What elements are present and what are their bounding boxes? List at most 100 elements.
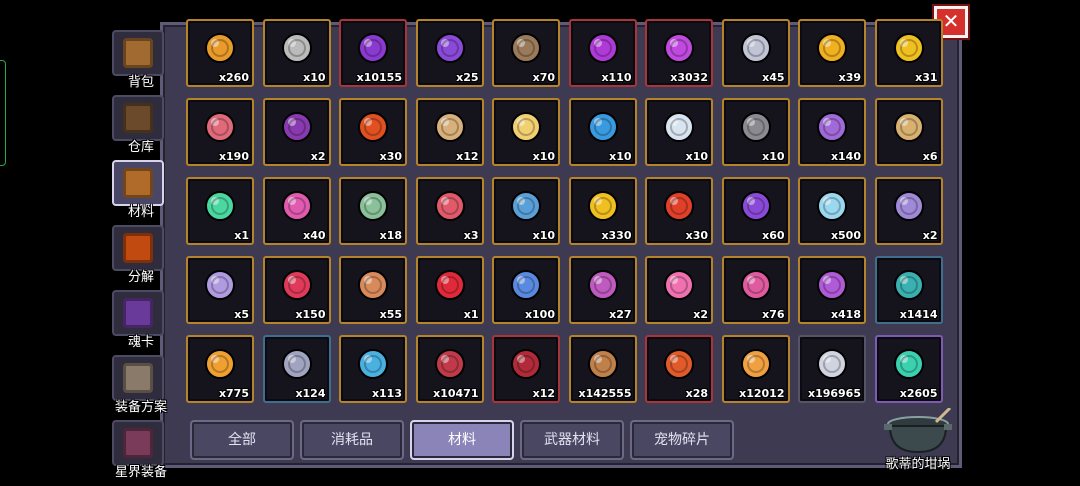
soul-card-icon bbox=[123, 298, 153, 328]
purple-dust-icon bbox=[662, 31, 696, 65]
ship-icon bbox=[509, 31, 543, 65]
item-slot[interactable]: x142555 bbox=[568, 335, 637, 403]
cauldron-label: 歌蒂的坩埚 bbox=[885, 457, 951, 472]
side-tab-6[interactable]: 星界装备 bbox=[110, 418, 167, 480]
item-count: x55 bbox=[379, 308, 402, 321]
item-slot[interactable]: x2 bbox=[874, 177, 943, 245]
side-tab-label: 星界装备 bbox=[114, 465, 167, 480]
item-count: x150 bbox=[295, 308, 326, 321]
item-slot[interactable]: x113 bbox=[339, 335, 407, 403]
item-count: x31 bbox=[915, 71, 938, 84]
item-slot[interactable]: x330 bbox=[568, 177, 637, 245]
item-slot[interactable]: x40 bbox=[262, 177, 331, 245]
popsicle-icon bbox=[280, 189, 314, 223]
item-slot[interactable]: x10155 bbox=[339, 19, 407, 87]
side-tab-5[interactable]: 装备方案 bbox=[110, 353, 167, 415]
item-slot[interactable]: x1414 bbox=[874, 256, 943, 324]
item-slot[interactable]: x190 bbox=[186, 98, 254, 166]
pink-chest-icon bbox=[739, 268, 773, 302]
fire-pile-icon bbox=[662, 347, 696, 381]
category-tab-2[interactable]: 材料 bbox=[410, 420, 514, 460]
item-count: x2 bbox=[310, 150, 326, 163]
item-slot[interactable]: x55 bbox=[339, 256, 407, 324]
item-count: x1 bbox=[234, 229, 249, 242]
item-slot[interactable]: x45 bbox=[721, 19, 790, 87]
item-slot[interactable]: x5 bbox=[186, 256, 254, 324]
item-slot[interactable]: x6 bbox=[874, 98, 943, 166]
item-count: x2605 bbox=[899, 387, 938, 400]
side-tab-1[interactable]: 仓库 bbox=[110, 93, 166, 155]
purple-crystal-icon bbox=[356, 31, 390, 65]
item-slot[interactable]: x196965 bbox=[798, 335, 866, 403]
purple-ticket-icon bbox=[433, 31, 467, 65]
side-tab-3[interactable]: 分解 bbox=[110, 223, 166, 285]
item-slot[interactable]: x10 bbox=[568, 98, 637, 166]
item-slot[interactable]: x2 bbox=[262, 98, 331, 166]
item-slot[interactable]: x12 bbox=[492, 335, 560, 403]
item-slot[interactable]: x3 bbox=[415, 177, 484, 245]
category-tab-1[interactable]: 消耗品 bbox=[300, 420, 404, 460]
goldie-cauldron-button[interactable]: 歌蒂的坩埚 bbox=[876, 408, 960, 472]
item-count: x140 bbox=[830, 150, 861, 163]
category-tab-4[interactable]: 宠物碎片 bbox=[630, 420, 734, 460]
item-slot[interactable]: x1 bbox=[186, 177, 254, 245]
left-edge-indicator bbox=[0, 60, 6, 166]
item-slot[interactable]: x10 bbox=[645, 98, 713, 166]
category-tab-0[interactable]: 全部 bbox=[190, 420, 294, 460]
item-count: x6 bbox=[922, 150, 938, 163]
item-slot[interactable]: x39 bbox=[798, 19, 866, 87]
item-slot[interactable]: x12012 bbox=[721, 335, 790, 403]
item-count: x30 bbox=[379, 150, 402, 163]
item-slot[interactable]: x140 bbox=[798, 98, 866, 166]
item-slot[interactable]: x2 bbox=[645, 256, 713, 324]
item-slot[interactable]: x60 bbox=[721, 177, 790, 245]
item-count: x10 bbox=[762, 150, 785, 163]
dark-orb-icon bbox=[280, 110, 314, 144]
item-slot[interactable]: x3032 bbox=[645, 19, 713, 87]
item-slot[interactable]: x18 bbox=[339, 177, 407, 245]
item-count: x5 bbox=[234, 308, 249, 321]
heart-orb-icon bbox=[280, 268, 314, 302]
item-slot[interactable]: x260 bbox=[186, 19, 254, 87]
item-slot[interactable]: x10 bbox=[492, 98, 560, 166]
white-bunny-icon bbox=[662, 110, 696, 144]
item-slot[interactable]: x10 bbox=[721, 98, 790, 166]
item-slot[interactable]: x124 bbox=[262, 335, 331, 403]
item-count: x40 bbox=[303, 229, 326, 242]
item-slot[interactable]: x1 bbox=[415, 256, 484, 324]
side-tab-icon-box bbox=[112, 160, 164, 206]
category-tab-3[interactable]: 武器材料 bbox=[520, 420, 624, 460]
item-count: x10 bbox=[532, 150, 555, 163]
teal-chest-icon bbox=[892, 268, 926, 302]
item-slot[interactable]: x775 bbox=[186, 335, 254, 403]
item-slot[interactable]: x25 bbox=[415, 19, 484, 87]
item-slot[interactable]: x28 bbox=[645, 335, 713, 403]
item-slot[interactable]: x500 bbox=[798, 177, 866, 245]
item-slot[interactable]: x12 bbox=[415, 98, 484, 166]
side-tab-icon-box bbox=[112, 420, 164, 466]
item-count: x330 bbox=[601, 229, 632, 242]
item-slot[interactable]: x76 bbox=[721, 256, 790, 324]
red-vial-icon bbox=[433, 189, 467, 223]
item-slot[interactable]: x70 bbox=[492, 19, 560, 87]
side-tab-0[interactable]: 背包 bbox=[110, 28, 166, 90]
item-slot[interactable]: x30 bbox=[339, 98, 407, 166]
side-tab-2[interactable]: 材料 bbox=[110, 158, 166, 220]
item-slot[interactable]: x30 bbox=[645, 177, 713, 245]
item-slot[interactable]: x10 bbox=[492, 177, 560, 245]
purple-card-icon bbox=[203, 268, 237, 302]
item-slot[interactable]: x150 bbox=[262, 256, 331, 324]
item-count: x12 bbox=[532, 387, 555, 400]
item-count: x196965 bbox=[807, 387, 861, 400]
item-slot[interactable]: x100 bbox=[492, 256, 560, 324]
item-slot[interactable]: x2605 bbox=[874, 335, 943, 403]
item-slot[interactable]: x418 bbox=[798, 256, 866, 324]
item-count: x30 bbox=[685, 229, 708, 242]
item-count: x1 bbox=[463, 308, 479, 321]
item-slot[interactable]: x10471 bbox=[415, 335, 484, 403]
side-tab-4[interactable]: 魂卡 bbox=[110, 288, 166, 350]
item-slot[interactable]: x10 bbox=[262, 19, 331, 87]
item-slot[interactable]: x110 bbox=[568, 19, 637, 87]
item-slot[interactable]: x27 bbox=[568, 256, 637, 324]
item-slot[interactable]: x31 bbox=[874, 19, 943, 87]
